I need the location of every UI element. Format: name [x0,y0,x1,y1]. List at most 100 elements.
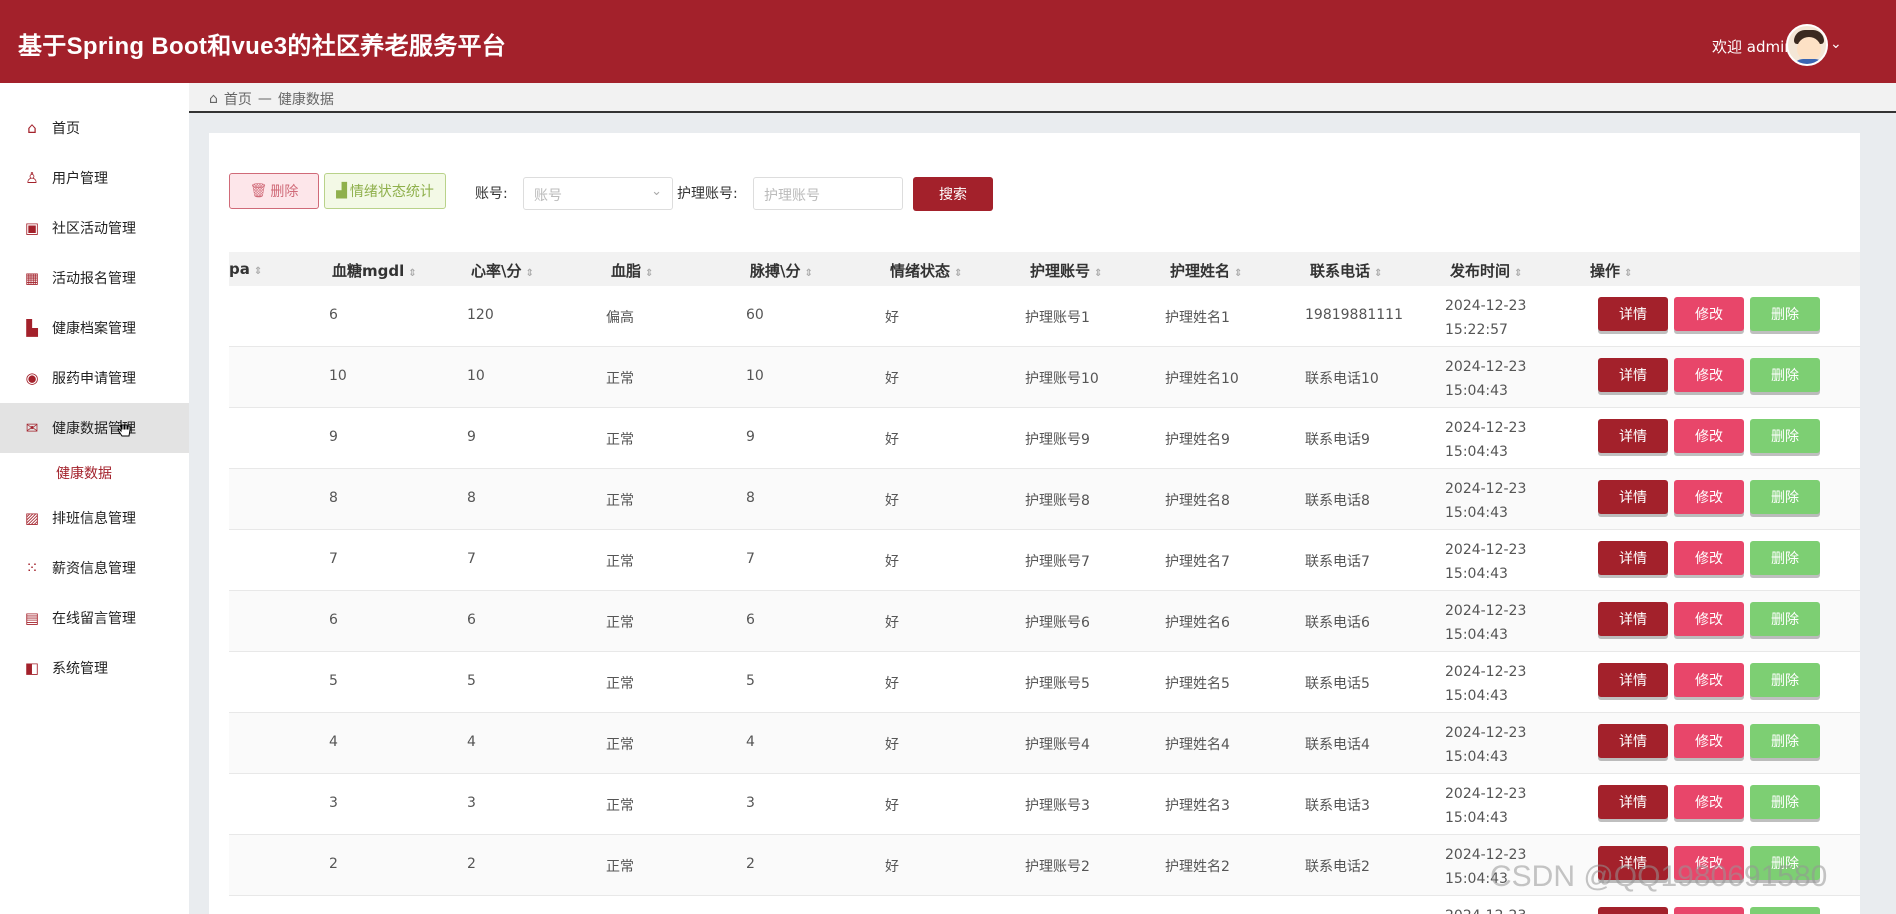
sidebar-item-health-records[interactable]: ▙ 健康档案管理 [0,303,189,353]
detail-button[interactable]: 详情 [1598,724,1668,758]
emotion-stat-label: 情绪状态统计 [349,184,434,200]
detail-button[interactable]: 详情 [1598,480,1668,514]
column-header[interactable]: 脉搏\分 ⇕ [750,260,813,281]
column-header[interactable]: 护理姓名 ⇕ [1170,260,1242,281]
detail-button[interactable]: 详情 [1598,541,1668,575]
edit-button[interactable]: 修改 [1674,663,1744,697]
batch-delete-button[interactable]: 🗑 删除 [229,173,319,209]
table-cell: 护理姓名1 [1165,310,1230,326]
avatar[interactable] [1786,24,1828,66]
sidebar-item-messages[interactable]: ▤ 在线留言管理 [0,593,189,643]
detail-button[interactable]: 详情 [1598,419,1668,453]
sidebar-item-label: 排班信息管理 [52,511,136,527]
detail-button[interactable]: 详情 [1598,907,1668,914]
column-header[interactable]: 发布时间 ⇕ [1450,260,1522,281]
sidebar: ⌂ 首页 ♙ 用户管理 ▣ 社区活动管理 ▦ 活动报名管理 ▙ 健康档案管理 ◉… [0,83,189,914]
edit-button[interactable]: 修改 [1674,419,1744,453]
column-header[interactable]: 操作 ⇕ [1590,260,1632,281]
table-cell: 8 [329,490,338,506]
batch-delete-label: 删除 [270,184,299,200]
detail-button[interactable]: 详情 [1598,297,1668,331]
edit-button[interactable]: 修改 [1674,480,1744,514]
table-cell: 9 [329,429,338,445]
sidebar-item-medication[interactable]: ◉ 服药申请管理 [0,353,189,403]
column-header[interactable]: 情绪状态 ⇕ [890,260,962,281]
delete-button[interactable]: 删除 [1750,480,1820,514]
sidebar-item-community-activity[interactable]: ▣ 社区活动管理 [0,203,189,253]
breadcrumb: ⌂ 首页 — 健康数据 [209,89,334,109]
delete-button[interactable]: 删除 [1750,541,1820,575]
mail-icon: ✉ [25,419,39,437]
search-button[interactable]: 搜索 [913,177,993,211]
sidebar-item-label: 在线留言管理 [52,611,136,627]
table-cell: 护理姓名7 [1165,554,1230,570]
table-cell: 5 [467,673,476,689]
account-select[interactable]: 账号 ⌄ [523,177,673,210]
table-cell: 4 [329,734,338,750]
table-cell: 正常 [606,615,634,631]
sidebar-subitem-health-data[interactable]: 健康数据 [56,463,112,483]
sidebar-item-activity-signup[interactable]: ▦ 活动报名管理 [0,253,189,303]
table-cell: 9 [467,429,476,445]
table-row: 2024-12-23 15:04: 详情修改删除 [229,896,1860,914]
delete-button[interactable]: 删除 [1750,724,1820,758]
delete-button[interactable]: 删除 [1750,663,1820,697]
nurse-account-input[interactable]: 护理账号 [753,177,903,210]
breadcrumb-home[interactable]: 首页 [224,89,252,109]
sidebar-item-home[interactable]: ⌂ 首页 [0,103,189,153]
edit-button[interactable]: 修改 [1674,907,1744,914]
table-cell: 5 [329,673,338,689]
column-header[interactable]: 血脂 ⇕ [611,260,653,281]
table-cell: 6 [467,612,476,628]
detail-button[interactable]: 详情 [1598,663,1668,697]
table-cell: 联系电话5 [1305,676,1370,692]
sidebar-item-schedule[interactable]: ▨ 排班信息管理 [0,493,189,543]
table-cell: 正常 [606,737,634,753]
sidebar-item-health-data[interactable]: ✉ 健康数据管理 [0,403,189,453]
table-cell: 护理账号9 [1025,432,1090,448]
detail-button[interactable]: 详情 [1598,785,1668,819]
detail-button[interactable]: 详情 [1598,358,1668,392]
nurse-account-label: 护理账号: [677,186,738,202]
column-header[interactable]: 护理账号 ⇕ [1030,260,1102,281]
delete-button[interactable]: 删除 [1750,358,1820,392]
table-cell: 2024-12-23 15:04:43 [1445,664,1527,704]
chevron-down-icon[interactable]: ⌄ [1830,36,1842,52]
table-cell: 好 [885,615,899,631]
detail-button[interactable]: 详情 [1598,602,1668,636]
delete-button[interactable]: 删除 [1750,419,1820,453]
sidebar-item-system[interactable]: ◧ 系统管理 [0,643,189,693]
edit-button[interactable]: 修改 [1674,724,1744,758]
edit-button[interactable]: 修改 [1674,785,1744,819]
column-header[interactable]: 血糖mgdl ⇕ [332,260,417,281]
emotion-stat-button[interactable]: ▟ 情绪状态统计 [324,173,446,209]
edit-button[interactable]: 修改 [1674,358,1744,392]
table-cell: 好 [885,676,899,692]
table-cell: 3 [746,795,755,811]
delete-button[interactable]: 删除 [1750,602,1820,636]
delete-button[interactable]: 删除 [1750,907,1820,914]
delete-button[interactable]: 删除 [1750,785,1820,819]
table-cell: 3 [329,795,338,811]
sidebar-item-salary[interactable]: ⁙ 薪资信息管理 [0,543,189,593]
table-cell: 2024-12-23 15:22:57 [1445,298,1527,338]
table-cell: 护理账号2 [1025,859,1090,875]
edit-button[interactable]: 修改 [1674,602,1744,636]
mouse-cursor-icon [117,420,131,437]
delete-button[interactable]: 删除 [1750,297,1820,331]
apps-icon: ⁙ [25,559,39,577]
table-cell: 10 [746,368,764,384]
sort-icon: ⇕ [525,268,534,279]
column-header[interactable]: 心率\分 ⇕ [471,260,534,281]
edit-button[interactable]: 修改 [1674,541,1744,575]
table-cell: 10 [467,368,485,384]
sidebar-item-label: 用户管理 [52,171,108,187]
table-cell: 5 [746,673,755,689]
column-header[interactable]: pa ⇕ [229,260,262,278]
table-cell: 正常 [606,432,634,448]
sort-icon: ⇕ [645,268,654,279]
column-header[interactable]: 联系电话 ⇕ [1310,260,1382,281]
welcome-text: 欢迎 admin [1712,38,1794,56]
sidebar-item-users[interactable]: ♙ 用户管理 [0,153,189,203]
edit-button[interactable]: 修改 [1674,297,1744,331]
